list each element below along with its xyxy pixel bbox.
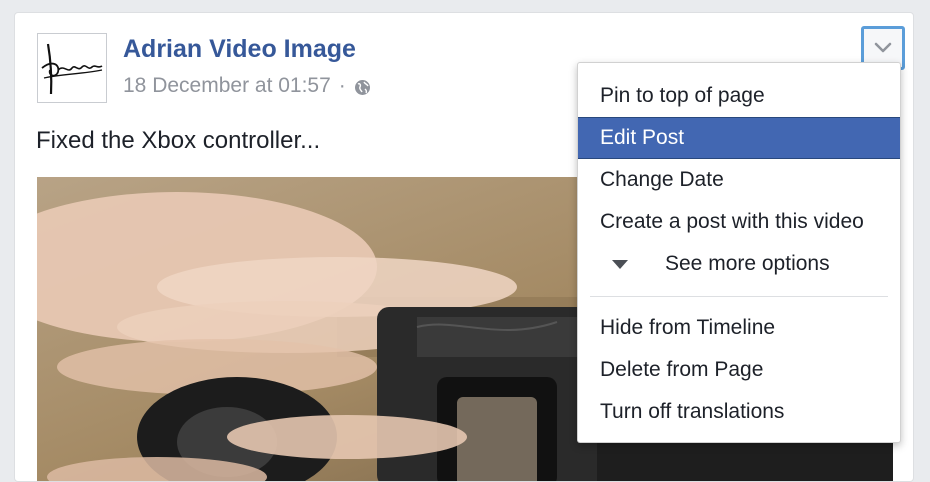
menu-divider — [590, 296, 888, 297]
chevron-down-icon — [874, 42, 892, 53]
signature-logo — [41, 43, 103, 95]
triangle-down-icon — [612, 260, 628, 269]
menu-item-see-more-options[interactable]: See more options — [578, 243, 900, 285]
globe-icon[interactable] — [354, 78, 371, 95]
see-more-label: See more options — [665, 252, 830, 275]
menu-item-hide-from-timeline[interactable]: Hide from Timeline — [578, 307, 900, 349]
post-timestamp[interactable]: 18 December at 01:57 — [123, 74, 331, 98]
menu-item-change-date[interactable]: Change Date — [578, 159, 900, 201]
post-meta: 18 December at 01:57 · — [123, 74, 371, 98]
page-avatar[interactable] — [37, 33, 107, 103]
menu-item-delete-from-page[interactable]: Delete from Page — [578, 349, 900, 391]
menu-item-pin-to-top[interactable]: Pin to top of page — [578, 75, 900, 117]
page-name-link[interactable]: Adrian Video Image — [123, 35, 356, 64]
menu-item-edit-post[interactable]: Edit Post — [578, 117, 900, 159]
menu-item-create-post-with-video[interactable]: Create a post with this video — [578, 201, 900, 243]
post-text: Fixed the Xbox controller... — [36, 127, 321, 154]
meta-separator: · — [338, 74, 346, 97]
menu-item-turn-off-translations[interactable]: Turn off translations — [578, 391, 900, 433]
post-options-menu: Pin to top of page Edit Post Change Date… — [577, 62, 901, 443]
